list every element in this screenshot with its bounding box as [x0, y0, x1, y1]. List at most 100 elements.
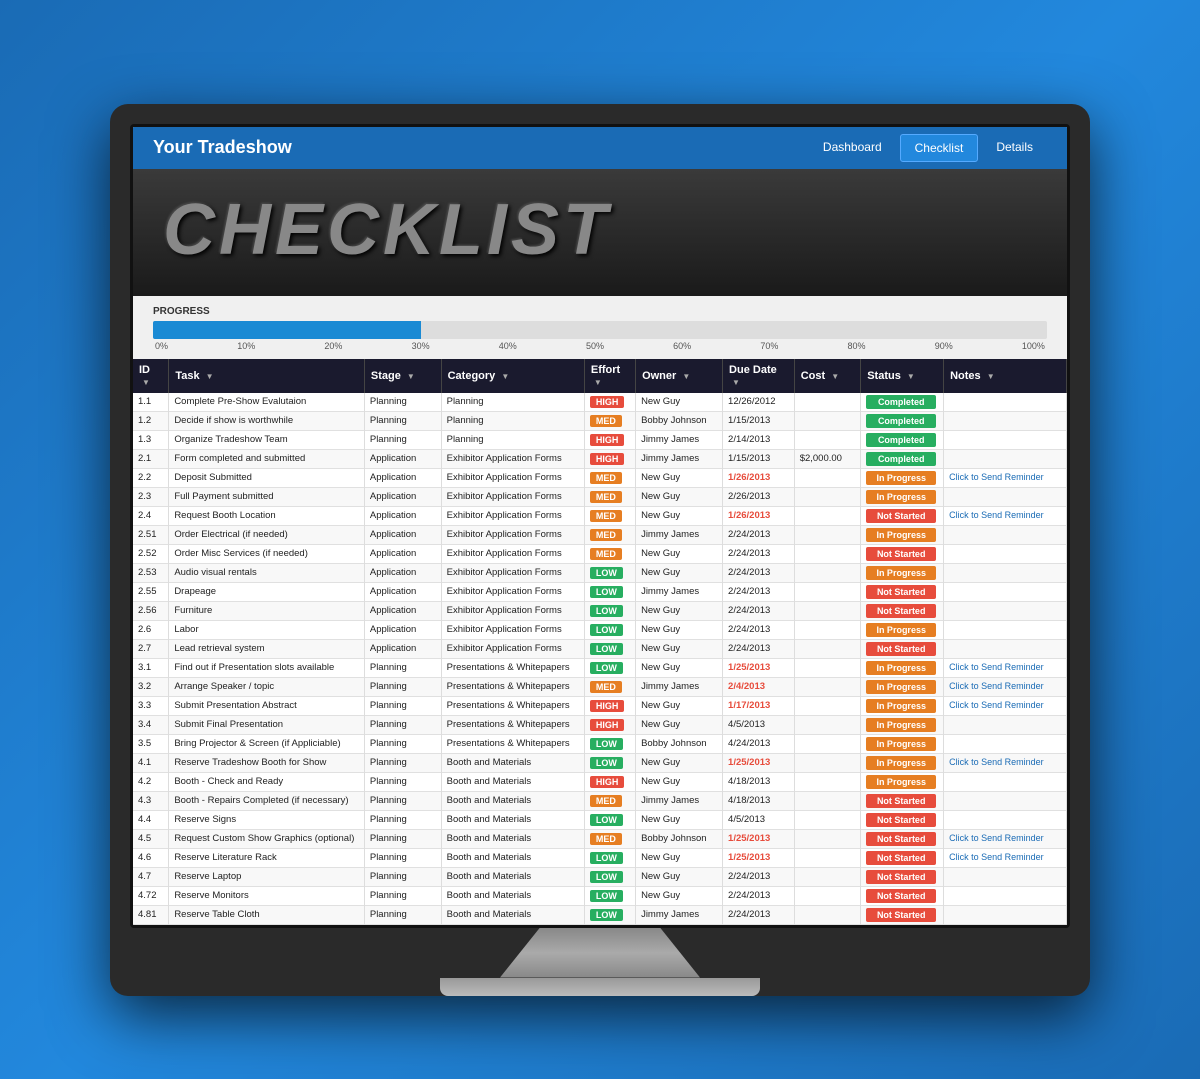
cell-cost	[794, 582, 861, 601]
cell-cost	[794, 620, 861, 639]
cell-notes[interactable]: Click to Send Reminder	[944, 848, 1067, 867]
cell-notes[interactable]: Click to Send Reminder	[944, 696, 1067, 715]
cell-notes	[944, 601, 1067, 620]
table-row: 3.5 Bring Projector & Screen (if Applici…	[133, 734, 1067, 753]
cell-category: Exhibitor Application Forms	[441, 525, 584, 544]
table-row: 4.81 Reserve Table Cloth Planning Booth …	[133, 905, 1067, 924]
cell-date: 4/18/2013	[723, 791, 795, 810]
col-header-status[interactable]: Status ▼	[861, 359, 944, 393]
cell-owner: New Guy	[636, 468, 723, 487]
cell-task: Form completed and submitted	[169, 449, 365, 468]
cell-status: Completed	[861, 430, 944, 449]
cell-stage: Application	[364, 601, 441, 620]
col-header-task[interactable]: Task ▼	[169, 359, 365, 393]
cell-owner: New Guy	[636, 544, 723, 563]
cell-date: 4/18/2013	[723, 772, 795, 791]
col-header-notes[interactable]: Notes ▼	[944, 359, 1067, 393]
col-header-stage[interactable]: Stage ▼	[364, 359, 441, 393]
cell-id: 2.4	[133, 506, 169, 525]
cell-stage: Planning	[364, 848, 441, 867]
header-section: CHECKLIST	[133, 169, 1067, 296]
cell-status: Not Started	[861, 601, 944, 620]
cell-status: In Progress	[861, 772, 944, 791]
cell-task: Order Misc Services (if needed)	[169, 544, 365, 563]
table-row: 4.5 Request Custom Show Graphics (option…	[133, 829, 1067, 848]
cell-notes[interactable]: Click to Send Reminder	[944, 506, 1067, 525]
cell-date: 1/25/2013	[723, 829, 795, 848]
cell-stage: Application	[364, 468, 441, 487]
cell-date: 2/24/2013	[723, 582, 795, 601]
cell-task: Reserve Laptop	[169, 867, 365, 886]
table-row: 2.53 Audio visual rentals Application Ex…	[133, 563, 1067, 582]
cell-cost	[794, 715, 861, 734]
table-row: 2.3 Full Payment submitted Application E…	[133, 487, 1067, 506]
cell-category: Exhibitor Application Forms	[441, 601, 584, 620]
cell-category: Presentations & Whitepapers	[441, 677, 584, 696]
cell-owner: New Guy	[636, 886, 723, 905]
cell-notes[interactable]: Click to Send Reminder	[944, 829, 1067, 848]
col-header-cost[interactable]: Cost ▼	[794, 359, 861, 393]
cell-cost	[794, 867, 861, 886]
cell-effort: MED	[584, 525, 635, 544]
table-row: 3.2 Arrange Speaker / topic Planning Pre…	[133, 677, 1067, 696]
cell-date: 2/24/2013	[723, 525, 795, 544]
cell-cost	[794, 468, 861, 487]
cell-status: Completed	[861, 449, 944, 468]
table-row: 1.3 Organize Tradeshow Team Planning Pla…	[133, 430, 1067, 449]
cell-effort: MED	[584, 468, 635, 487]
cell-notes	[944, 430, 1067, 449]
cell-stage: Planning	[364, 810, 441, 829]
cell-notes[interactable]: Click to Send Reminder	[944, 468, 1067, 487]
cell-task: Reserve Monitors	[169, 886, 365, 905]
cell-cost	[794, 393, 861, 412]
table-row: 3.3 Submit Presentation Abstract Plannin…	[133, 696, 1067, 715]
cell-task: Submit Final Presentation	[169, 715, 365, 734]
cell-owner: Jimmy James	[636, 791, 723, 810]
cell-id: 2.7	[133, 639, 169, 658]
cell-notes[interactable]: Click to Send Reminder	[944, 658, 1067, 677]
cell-date: 2/26/2013	[723, 487, 795, 506]
cell-cost	[794, 658, 861, 677]
marker-40: 40%	[499, 341, 517, 351]
cell-task: Reserve Literature Rack	[169, 848, 365, 867]
col-header-effort[interactable]: Effort ▼	[584, 359, 635, 393]
cell-status: Not Started	[861, 544, 944, 563]
nav-dashboard[interactable]: Dashboard	[809, 134, 896, 162]
col-header-category[interactable]: Category ▼	[441, 359, 584, 393]
cell-category: Exhibitor Application Forms	[441, 544, 584, 563]
cell-category: Booth and Materials	[441, 753, 584, 772]
progress-bar	[153, 321, 1047, 339]
cell-cost	[794, 601, 861, 620]
cell-category: Exhibitor Application Forms	[441, 468, 584, 487]
cell-status: In Progress	[861, 487, 944, 506]
cell-task: Furniture	[169, 601, 365, 620]
cell-date: 2/24/2013	[723, 601, 795, 620]
nav-checklist[interactable]: Checklist	[900, 134, 979, 162]
cell-id: 2.52	[133, 544, 169, 563]
cell-category: Booth and Materials	[441, 829, 584, 848]
cell-stage: Application	[364, 487, 441, 506]
cell-owner: New Guy	[636, 696, 723, 715]
cell-id: 4.72	[133, 886, 169, 905]
cell-cost	[794, 848, 861, 867]
col-header-date[interactable]: Due Date ▼	[723, 359, 795, 393]
table-row: 2.4 Request Booth Location Application E…	[133, 506, 1067, 525]
col-header-id[interactable]: ID ▼	[133, 359, 169, 393]
cell-category: Exhibitor Application Forms	[441, 487, 584, 506]
monitor-screen: Your Tradeshow Dashboard Checklist Detai…	[130, 124, 1070, 928]
cell-date: 2/24/2013	[723, 620, 795, 639]
cell-date: 2/24/2013	[723, 563, 795, 582]
cell-cost	[794, 753, 861, 772]
cell-stage: Planning	[364, 905, 441, 924]
cell-category: Booth and Materials	[441, 905, 584, 924]
table-row: 1.2 Decide if show is worthwhile Plannin…	[133, 411, 1067, 430]
col-header-owner[interactable]: Owner ▼	[636, 359, 723, 393]
cell-id: 3.2	[133, 677, 169, 696]
nav-details[interactable]: Details	[982, 134, 1047, 162]
cell-cost	[794, 525, 861, 544]
cell-notes	[944, 563, 1067, 582]
cell-effort: HIGH	[584, 696, 635, 715]
cell-notes[interactable]: Click to Send Reminder	[944, 753, 1067, 772]
cell-notes[interactable]: Click to Send Reminder	[944, 677, 1067, 696]
cell-owner: Bobby Johnson	[636, 734, 723, 753]
